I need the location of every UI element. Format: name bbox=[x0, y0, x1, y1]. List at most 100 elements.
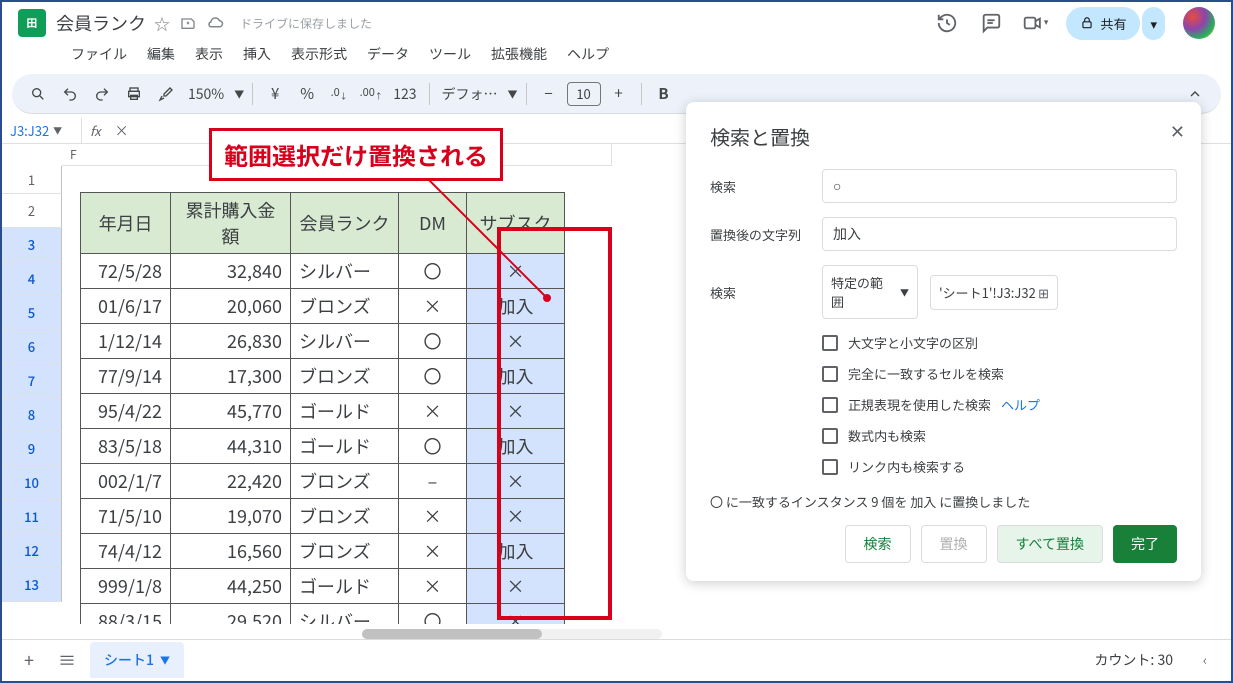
cell-date[interactable]: 01/6/17 bbox=[81, 289, 171, 324]
cell-date[interactable]: 1/12/14 bbox=[81, 324, 171, 359]
cell-sub[interactable]: × bbox=[467, 604, 565, 625]
cell-amount[interactable]: 19,070 bbox=[171, 499, 291, 534]
cell-rank[interactable]: ゴールド bbox=[291, 394, 399, 429]
name-box-dropdown-icon[interactable]: ▼ bbox=[53, 124, 62, 137]
row-header[interactable]: 3 bbox=[2, 228, 62, 262]
search-input[interactable] bbox=[822, 169, 1177, 203]
cell-date[interactable]: 77/9/14 bbox=[81, 359, 171, 394]
cell-sub[interactable]: × bbox=[467, 569, 565, 604]
cell-rank[interactable]: シルバー bbox=[291, 254, 399, 289]
cell-date[interactable]: 74/4/12 bbox=[81, 534, 171, 569]
increase-decimal-btn[interactable]: .00↑ bbox=[357, 80, 385, 108]
cell-sub[interactable]: 加入 bbox=[467, 429, 565, 464]
menu-data[interactable]: データ bbox=[358, 40, 418, 68]
search-icon[interactable] bbox=[24, 80, 52, 108]
format-123-btn[interactable]: 123 bbox=[389, 84, 420, 104]
row-header[interactable]: 8 bbox=[2, 398, 62, 432]
replace-input[interactable] bbox=[822, 217, 1177, 251]
cell-dm[interactable]: × bbox=[399, 569, 467, 604]
cell-amount[interactable]: 32,840 bbox=[171, 254, 291, 289]
btn-search[interactable]: 検索 bbox=[845, 525, 911, 563]
cell-date[interactable]: 999/1/8 bbox=[81, 569, 171, 604]
cell-rank[interactable]: ブロンズ bbox=[291, 499, 399, 534]
cell-date[interactable]: 002/1/7 bbox=[81, 464, 171, 499]
scope-select[interactable]: 特定の範囲 ▼ bbox=[822, 265, 918, 319]
add-sheet-icon[interactable]: + bbox=[14, 645, 44, 675]
comment-icon[interactable] bbox=[978, 10, 1004, 36]
all-sheets-icon[interactable]: ≡ bbox=[52, 645, 82, 675]
sheet-tab-1[interactable]: シート1 ▼ bbox=[90, 642, 184, 678]
chk-links[interactable]: リンク内も検索する bbox=[822, 457, 1177, 476]
move-icon[interactable] bbox=[180, 15, 196, 31]
chk-regex[interactable]: 正規表現を使用した検索 ヘルプ bbox=[822, 395, 1177, 414]
cell-date[interactable]: 95/4/22 bbox=[81, 394, 171, 429]
menu-tools[interactable]: ツール bbox=[420, 40, 480, 68]
cell-sub[interactable]: 加入 bbox=[467, 359, 565, 394]
cell-sub[interactable]: × bbox=[467, 324, 565, 359]
cell-amount[interactable]: 29,520 bbox=[171, 604, 291, 625]
cell-dm[interactable]: 〇 bbox=[399, 359, 467, 394]
cell-amount[interactable]: 22,420 bbox=[171, 464, 291, 499]
doc-title[interactable]: 会員ランク bbox=[56, 10, 146, 36]
paint-format-icon[interactable] bbox=[152, 80, 180, 108]
chk-exact[interactable]: 完全に一致するセルを検索 bbox=[822, 364, 1177, 383]
cell-amount[interactable]: 44,250 bbox=[171, 569, 291, 604]
font-select[interactable]: デフォ… bbox=[438, 84, 502, 104]
cell-sub[interactable]: 加入 bbox=[467, 534, 565, 569]
decrease-decimal-btn[interactable]: .0↓ bbox=[325, 80, 353, 108]
menu-file[interactable]: ファイル bbox=[62, 40, 136, 68]
percent-btn[interactable]: % bbox=[293, 80, 321, 108]
selection-count[interactable]: カウント: 30 bbox=[1094, 650, 1183, 670]
cell-amount[interactable]: 44,310 bbox=[171, 429, 291, 464]
grid-select-icon[interactable]: ⊞ bbox=[1038, 283, 1049, 302]
cell-dm[interactable]: 〇 bbox=[399, 324, 467, 359]
cell-dm[interactable]: × bbox=[399, 534, 467, 569]
cell-rank[interactable]: ブロンズ bbox=[291, 464, 399, 499]
menu-view[interactable]: 表示 bbox=[186, 40, 232, 68]
font-size-input[interactable]: 10 bbox=[567, 82, 601, 106]
user-avatar[interactable] bbox=[1183, 7, 1215, 39]
cell-amount[interactable]: 26,830 bbox=[171, 324, 291, 359]
formula-cancel-icon[interactable]: × bbox=[109, 121, 135, 141]
menu-extensions[interactable]: 拡張機能 bbox=[482, 40, 556, 68]
horizontal-scrollbar[interactable] bbox=[362, 629, 662, 639]
row-header[interactable]: 11 bbox=[2, 500, 62, 534]
row-header[interactable]: 5 bbox=[2, 296, 62, 330]
menu-insert[interactable]: 挿入 bbox=[234, 40, 280, 68]
cell-amount[interactable]: 16,560 bbox=[171, 534, 291, 569]
cell-date[interactable]: 83/5/18 bbox=[81, 429, 171, 464]
cell-rank[interactable]: ブロンズ bbox=[291, 359, 399, 394]
btn-done[interactable]: 完了 bbox=[1113, 525, 1177, 563]
redo-icon[interactable] bbox=[88, 80, 116, 108]
currency-btn[interactable]: ¥ bbox=[261, 80, 289, 108]
print-icon[interactable] bbox=[120, 80, 148, 108]
cell-amount[interactable]: 17,300 bbox=[171, 359, 291, 394]
cell-rank[interactable]: ゴールド bbox=[291, 429, 399, 464]
cell-date[interactable]: 72/5/28 bbox=[81, 254, 171, 289]
row-header[interactable]: 6 bbox=[2, 330, 62, 364]
font-size-decrease[interactable]: − bbox=[535, 80, 563, 108]
menu-edit[interactable]: 編集 bbox=[138, 40, 184, 68]
meet-icon[interactable]: ▾ bbox=[1022, 10, 1048, 36]
zoom-select[interactable]: 150% bbox=[184, 84, 228, 104]
cell-sub[interactable]: × bbox=[467, 499, 565, 534]
cell-date[interactable]: 88/3/15 bbox=[81, 604, 171, 625]
share-button[interactable]: 共有 bbox=[1066, 7, 1140, 40]
sheets-logo[interactable]: 田 bbox=[18, 9, 46, 37]
row-header[interactable]: 2 bbox=[2, 194, 62, 228]
help-link[interactable]: ヘルプ bbox=[1001, 395, 1040, 414]
font-size-increase[interactable]: + bbox=[605, 80, 633, 108]
row-header[interactable]: 4 bbox=[2, 262, 62, 296]
chk-formula[interactable]: 数式内も検索 bbox=[822, 426, 1177, 445]
cell-rank[interactable]: シルバー bbox=[291, 324, 399, 359]
th-amount[interactable]: 累計購入金額 bbox=[171, 193, 291, 254]
cloud-icon[interactable] bbox=[206, 14, 224, 32]
cell-amount[interactable]: 20,060 bbox=[171, 289, 291, 324]
row-header[interactable]: 12 bbox=[2, 534, 62, 568]
star-icon[interactable]: ☆ bbox=[154, 11, 170, 35]
cell-date[interactable]: 71/5/10 bbox=[81, 499, 171, 534]
undo-icon[interactable] bbox=[56, 80, 84, 108]
cell-sub[interactable]: × bbox=[467, 394, 565, 429]
explore-icon[interactable]: ‹ bbox=[1191, 646, 1219, 674]
cell-dm[interactable]: – bbox=[399, 464, 467, 499]
